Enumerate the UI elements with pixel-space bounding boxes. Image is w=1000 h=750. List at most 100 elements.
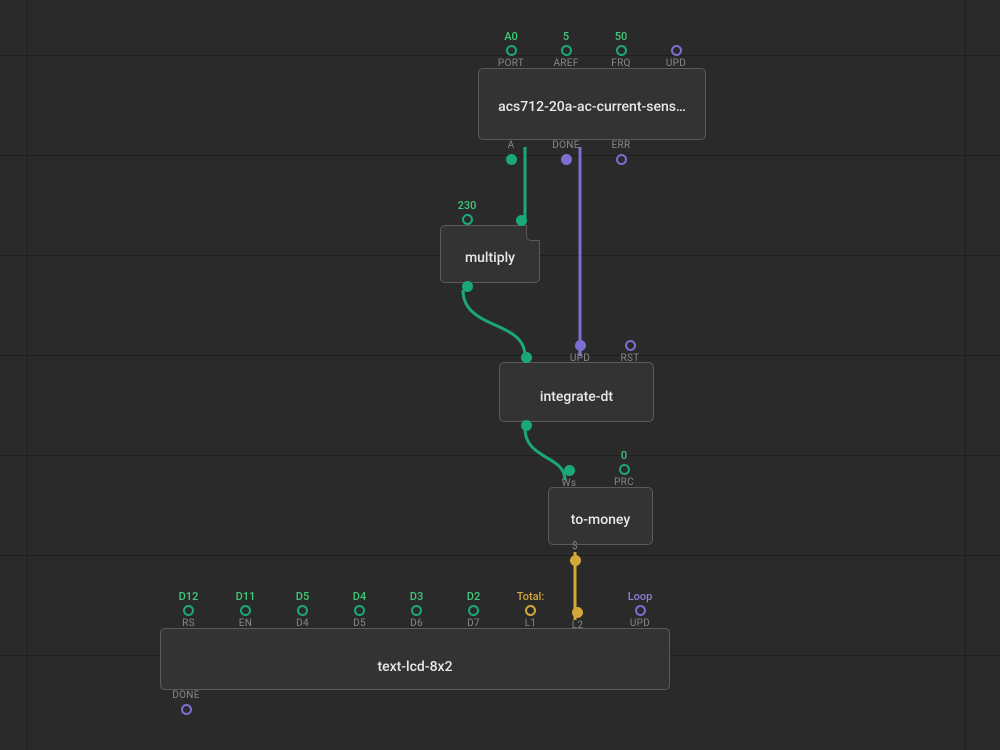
pin-socket[interactable] — [516, 215, 527, 226]
pin-l1[interactable]: Total: L1 — [508, 591, 553, 630]
pin-socket[interactable] — [183, 605, 194, 616]
pin-d5[interactable]: D4 D5 — [337, 591, 382, 630]
pin-value: D4 — [337, 591, 382, 603]
pin-value — [656, 31, 696, 43]
node-integrate-dt[interactable]: UPD RST integrate-dt — [499, 362, 654, 422]
pin-socket[interactable] — [297, 605, 308, 616]
pin-value: D5 — [280, 591, 325, 603]
pin-label: A — [491, 140, 531, 152]
node-title: to-money — [549, 506, 652, 534]
pin-label: D5 — [337, 618, 382, 630]
pin-ws[interactable]: Ws — [549, 463, 589, 490]
pin-out[interactable] — [447, 279, 487, 294]
pin-label: DONE — [546, 140, 586, 152]
pin-frq[interactable]: 50 FRQ — [601, 31, 641, 70]
pin-d6[interactable]: D3 D6 — [394, 591, 439, 630]
pin-label: ERR — [601, 140, 641, 152]
pin-l2[interactable]: L2 — [555, 605, 600, 632]
pin-value: 230 — [447, 200, 487, 212]
node-title: integrate-dt — [500, 383, 653, 411]
patch-canvas[interactable]: A0 PORT 5 AREF 50 FRQ UPD acs712-20a-ac-… — [0, 0, 1000, 750]
pin-rs[interactable]: D12 RS — [166, 591, 211, 630]
pin-value: A0 — [491, 31, 531, 43]
pin-label: PORT — [491, 58, 531, 70]
pin-out[interactable] — [506, 418, 546, 433]
pin-label: L2 — [555, 620, 600, 632]
pin-label: D7 — [451, 618, 496, 630]
pin-socket[interactable] — [564, 465, 575, 476]
pin-upd[interactable]: UPD — [560, 338, 600, 365]
pin-in[interactable] — [506, 350, 546, 365]
pin-socket[interactable] — [240, 605, 251, 616]
node-title: multiply — [441, 244, 539, 272]
pin-socket[interactable] — [619, 464, 630, 475]
pin-socket[interactable] — [616, 154, 627, 165]
pin-label: UPD — [560, 353, 600, 365]
pin-done-out[interactable]: DONE — [546, 140, 586, 167]
pin-label: Ws — [549, 478, 589, 490]
pin-socket[interactable] — [181, 704, 192, 715]
pin-socket[interactable] — [625, 340, 636, 351]
pin-socket[interactable] — [635, 605, 646, 616]
pin-socket[interactable] — [468, 605, 479, 616]
pin-label: AREF — [546, 58, 586, 70]
node-text-lcd-8x2[interactable]: D12 RS D11 EN D5 D4 D4 D5 D3 D6 D2 D7 — [160, 628, 670, 690]
pin-value: 50 — [601, 31, 641, 43]
pin-socket[interactable] — [506, 45, 517, 56]
grid-line — [0, 455, 1000, 456]
pin-socket[interactable] — [506, 154, 517, 165]
pin-prc[interactable]: 0 PRC — [604, 450, 644, 489]
pin-label: PRC — [604, 477, 644, 489]
pin-dollar-out[interactable]: $ — [555, 541, 595, 568]
pin-label: L1 — [508, 618, 553, 630]
pin-socket[interactable] — [462, 281, 473, 292]
pin-socket[interactable] — [521, 420, 532, 431]
node-title: acs712-20a-ac-current-sens… — [479, 93, 705, 121]
pin-aref[interactable]: 5 AREF — [546, 31, 586, 70]
pin-socket[interactable] — [671, 45, 682, 56]
pin-done-out[interactable]: DONE — [161, 690, 211, 717]
pin-value: D12 — [166, 591, 211, 603]
pin-rst[interactable]: RST — [610, 338, 650, 365]
pin-socket[interactable] — [561, 45, 572, 56]
pin-label: $ — [555, 541, 595, 553]
grid-line — [0, 355, 1000, 356]
pin-in2[interactable] — [501, 213, 541, 228]
pin-upd[interactable]: UPD — [656, 31, 696, 70]
pin-socket[interactable] — [354, 605, 365, 616]
node-multiply[interactable]: 230 multiply — [440, 225, 540, 283]
pin-socket[interactable] — [561, 154, 572, 165]
pin-port[interactable]: A0 PORT — [491, 31, 531, 70]
pin-label: D4 — [280, 618, 325, 630]
pin-d4[interactable]: D5 D4 — [280, 591, 325, 630]
pin-value: D11 — [223, 591, 268, 603]
grid-line — [27, 0, 28, 750]
grid-line — [965, 0, 966, 750]
pin-socket[interactable] — [525, 605, 536, 616]
pin-socket[interactable] — [462, 214, 473, 225]
pin-upd[interactable]: Loop UPD — [616, 591, 664, 630]
pin-d7[interactable]: D2 D7 — [451, 591, 496, 630]
pin-socket[interactable] — [575, 340, 586, 351]
node-acs712-sensor[interactable]: A0 PORT 5 AREF 50 FRQ UPD acs712-20a-ac-… — [478, 68, 706, 140]
pin-value: 5 — [546, 31, 586, 43]
node-to-money[interactable]: Ws 0 PRC to-money $ — [548, 487, 653, 545]
pin-label: RS — [166, 618, 211, 630]
pin-in1[interactable]: 230 — [447, 200, 487, 227]
grid-line — [0, 555, 1000, 556]
pin-err-out[interactable]: ERR — [601, 140, 641, 167]
pin-en[interactable]: D11 EN — [223, 591, 268, 630]
pin-value: D2 — [451, 591, 496, 603]
pin-socket[interactable] — [572, 607, 583, 618]
pin-label: EN — [223, 618, 268, 630]
pin-socket[interactable] — [411, 605, 422, 616]
node-title: text-lcd-8x2 — [161, 653, 669, 681]
pin-label: UPD — [656, 58, 696, 70]
pin-value: D3 — [394, 591, 439, 603]
pin-socket[interactable] — [616, 45, 627, 56]
pin-socket[interactable] — [570, 555, 581, 566]
pin-label: UPD — [616, 618, 664, 630]
pin-a-out[interactable]: A — [491, 140, 531, 167]
pin-socket[interactable] — [521, 352, 532, 363]
pin-label: FRQ — [601, 58, 641, 70]
